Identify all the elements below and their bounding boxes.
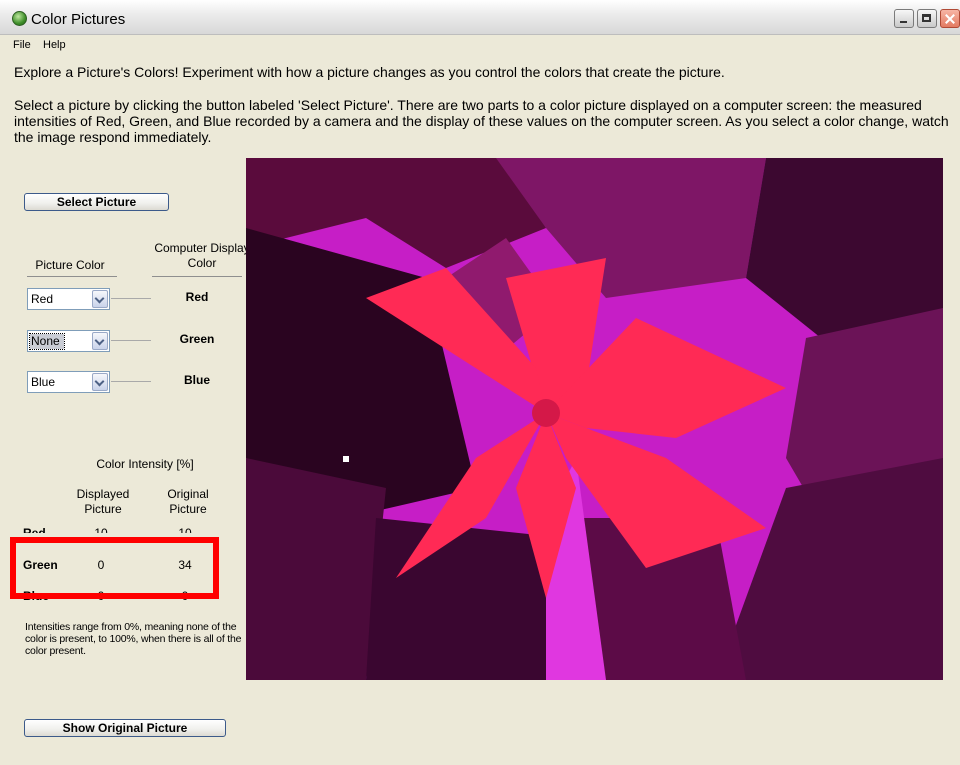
flower-picture [246, 158, 943, 680]
header-divider [152, 276, 242, 277]
display-color-blue: Blue [183, 373, 210, 387]
select-value: Red [31, 292, 54, 306]
chevron-down-icon[interactable] [92, 332, 108, 350]
window-title: Color Pictures [31, 11, 126, 28]
maximize-button[interactable] [917, 9, 937, 28]
title-bar[interactable]: Color Pictures [0, 0, 960, 35]
displayed-picture-header: Displayed Picture [76, 487, 130, 516]
intensity-displayed-value: 10 [94, 526, 108, 533]
highlight-box [10, 537, 219, 599]
app-icon [12, 11, 27, 26]
display-color-red: Red [185, 290, 209, 304]
menu-bar: File Help [0, 35, 960, 55]
intensity-note: Intensities range from 0%, meaning none … [25, 621, 242, 657]
picture-color-select-green[interactable]: None [27, 330, 110, 352]
select-value: None [29, 333, 65, 350]
close-button[interactable] [940, 9, 960, 28]
connector-line [111, 381, 151, 382]
select-value: Blue [31, 375, 56, 389]
select-picture-button[interactable]: Select Picture [24, 193, 169, 211]
intro-heading: Explore a Picture's Colors! Experiment w… [14, 64, 725, 80]
chevron-down-icon[interactable] [92, 290, 108, 308]
display-color-header: Computer Display Color [154, 241, 250, 270]
menu-help[interactable]: Help [43, 38, 66, 52]
picture-color-select-red[interactable]: Red [27, 288, 110, 310]
show-original-picture-button[interactable]: Show Original Picture [24, 719, 226, 737]
intro-instructions: Select a picture by clicking the button … [14, 97, 949, 145]
picture-color-header: Picture Color [35, 258, 105, 272]
connector-line [111, 298, 151, 299]
mouse-cursor [343, 456, 349, 462]
intensity-title: Color Intensity [%] [96, 457, 194, 471]
flower-image [246, 158, 943, 680]
connector-line [111, 340, 151, 341]
chevron-down-icon[interactable] [92, 373, 108, 391]
header-divider [27, 276, 117, 277]
minimize-button[interactable] [894, 9, 914, 28]
picture-color-select-blue[interactable]: Blue [27, 371, 110, 393]
intensity-original-value: 10 [178, 526, 192, 533]
original-picture-header: Original Picture [167, 487, 209, 516]
intensity-row-label: Red [23, 526, 46, 533]
display-color-green: Green [179, 332, 215, 346]
menu-file[interactable]: File [13, 38, 31, 52]
